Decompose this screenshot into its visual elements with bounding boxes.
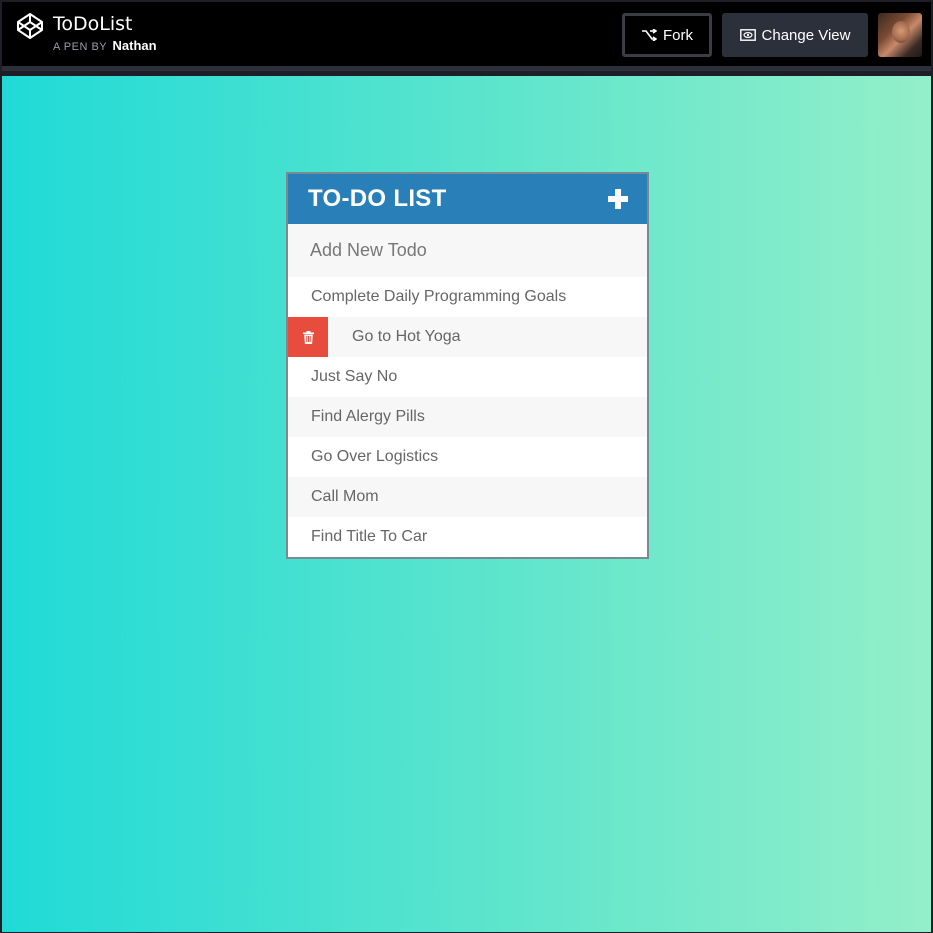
todo-item-text: Find Title To Car [311,528,428,545]
todo-card: TO-DO LIST Complete Daily Programming Go… [286,172,649,559]
pen-byline: A PEN BY Nathan [53,39,157,54]
new-todo-input[interactable] [288,224,647,277]
codepen-header: ToDoList A PEN BY Nathan Fork Change Vie… [2,2,931,71]
todo-item[interactable]: Find Alergy Pills [288,397,647,437]
trash-icon [302,330,314,344]
change-view-icon [739,29,756,41]
todo-card-header: TO-DO LIST [288,174,647,224]
todo-item[interactable]: Go to Hot Yoga [288,317,647,357]
todo-item-text: Complete Daily Programming Goals [311,288,567,305]
todo-item-text: Call Mom [311,488,379,505]
change-view-label: Change View [761,26,851,44]
todo-item[interactable]: Find Title To Car [288,517,647,557]
todo-list: Complete Daily Programming Goals Go to H… [288,277,647,557]
author-link[interactable]: Nathan [113,38,157,53]
plus-icon[interactable] [608,189,628,209]
fork-label: Fork [663,26,693,44]
todo-title: TO-DO LIST [308,185,447,212]
codepen-logo-icon[interactable] [16,12,44,40]
fork-button[interactable]: Fork [622,13,712,57]
delete-todo-button[interactable] [288,317,328,357]
todo-item[interactable]: Just Say No [288,357,647,397]
byline-prefix: A PEN BY [53,41,107,53]
todo-item-text: Find Alergy Pills [311,408,425,425]
todo-item[interactable]: Go Over Logistics [288,437,647,477]
fork-icon [642,29,657,41]
user-avatar[interactable] [878,13,922,57]
todo-item[interactable]: Call Mom [288,477,647,517]
todo-item-text: Just Say No [311,368,398,385]
todo-item-text: Go to Hot Yoga [352,328,461,345]
todo-item-text: Go Over Logistics [311,448,439,465]
todo-item[interactable]: Complete Daily Programming Goals [288,277,647,317]
pen-preview: TO-DO LIST Complete Daily Programming Go… [2,76,931,932]
pen-title: ToDoList [53,13,133,35]
change-view-button[interactable]: Change View [722,13,868,57]
pen-info: ToDoList A PEN BY Nathan [16,12,157,54]
